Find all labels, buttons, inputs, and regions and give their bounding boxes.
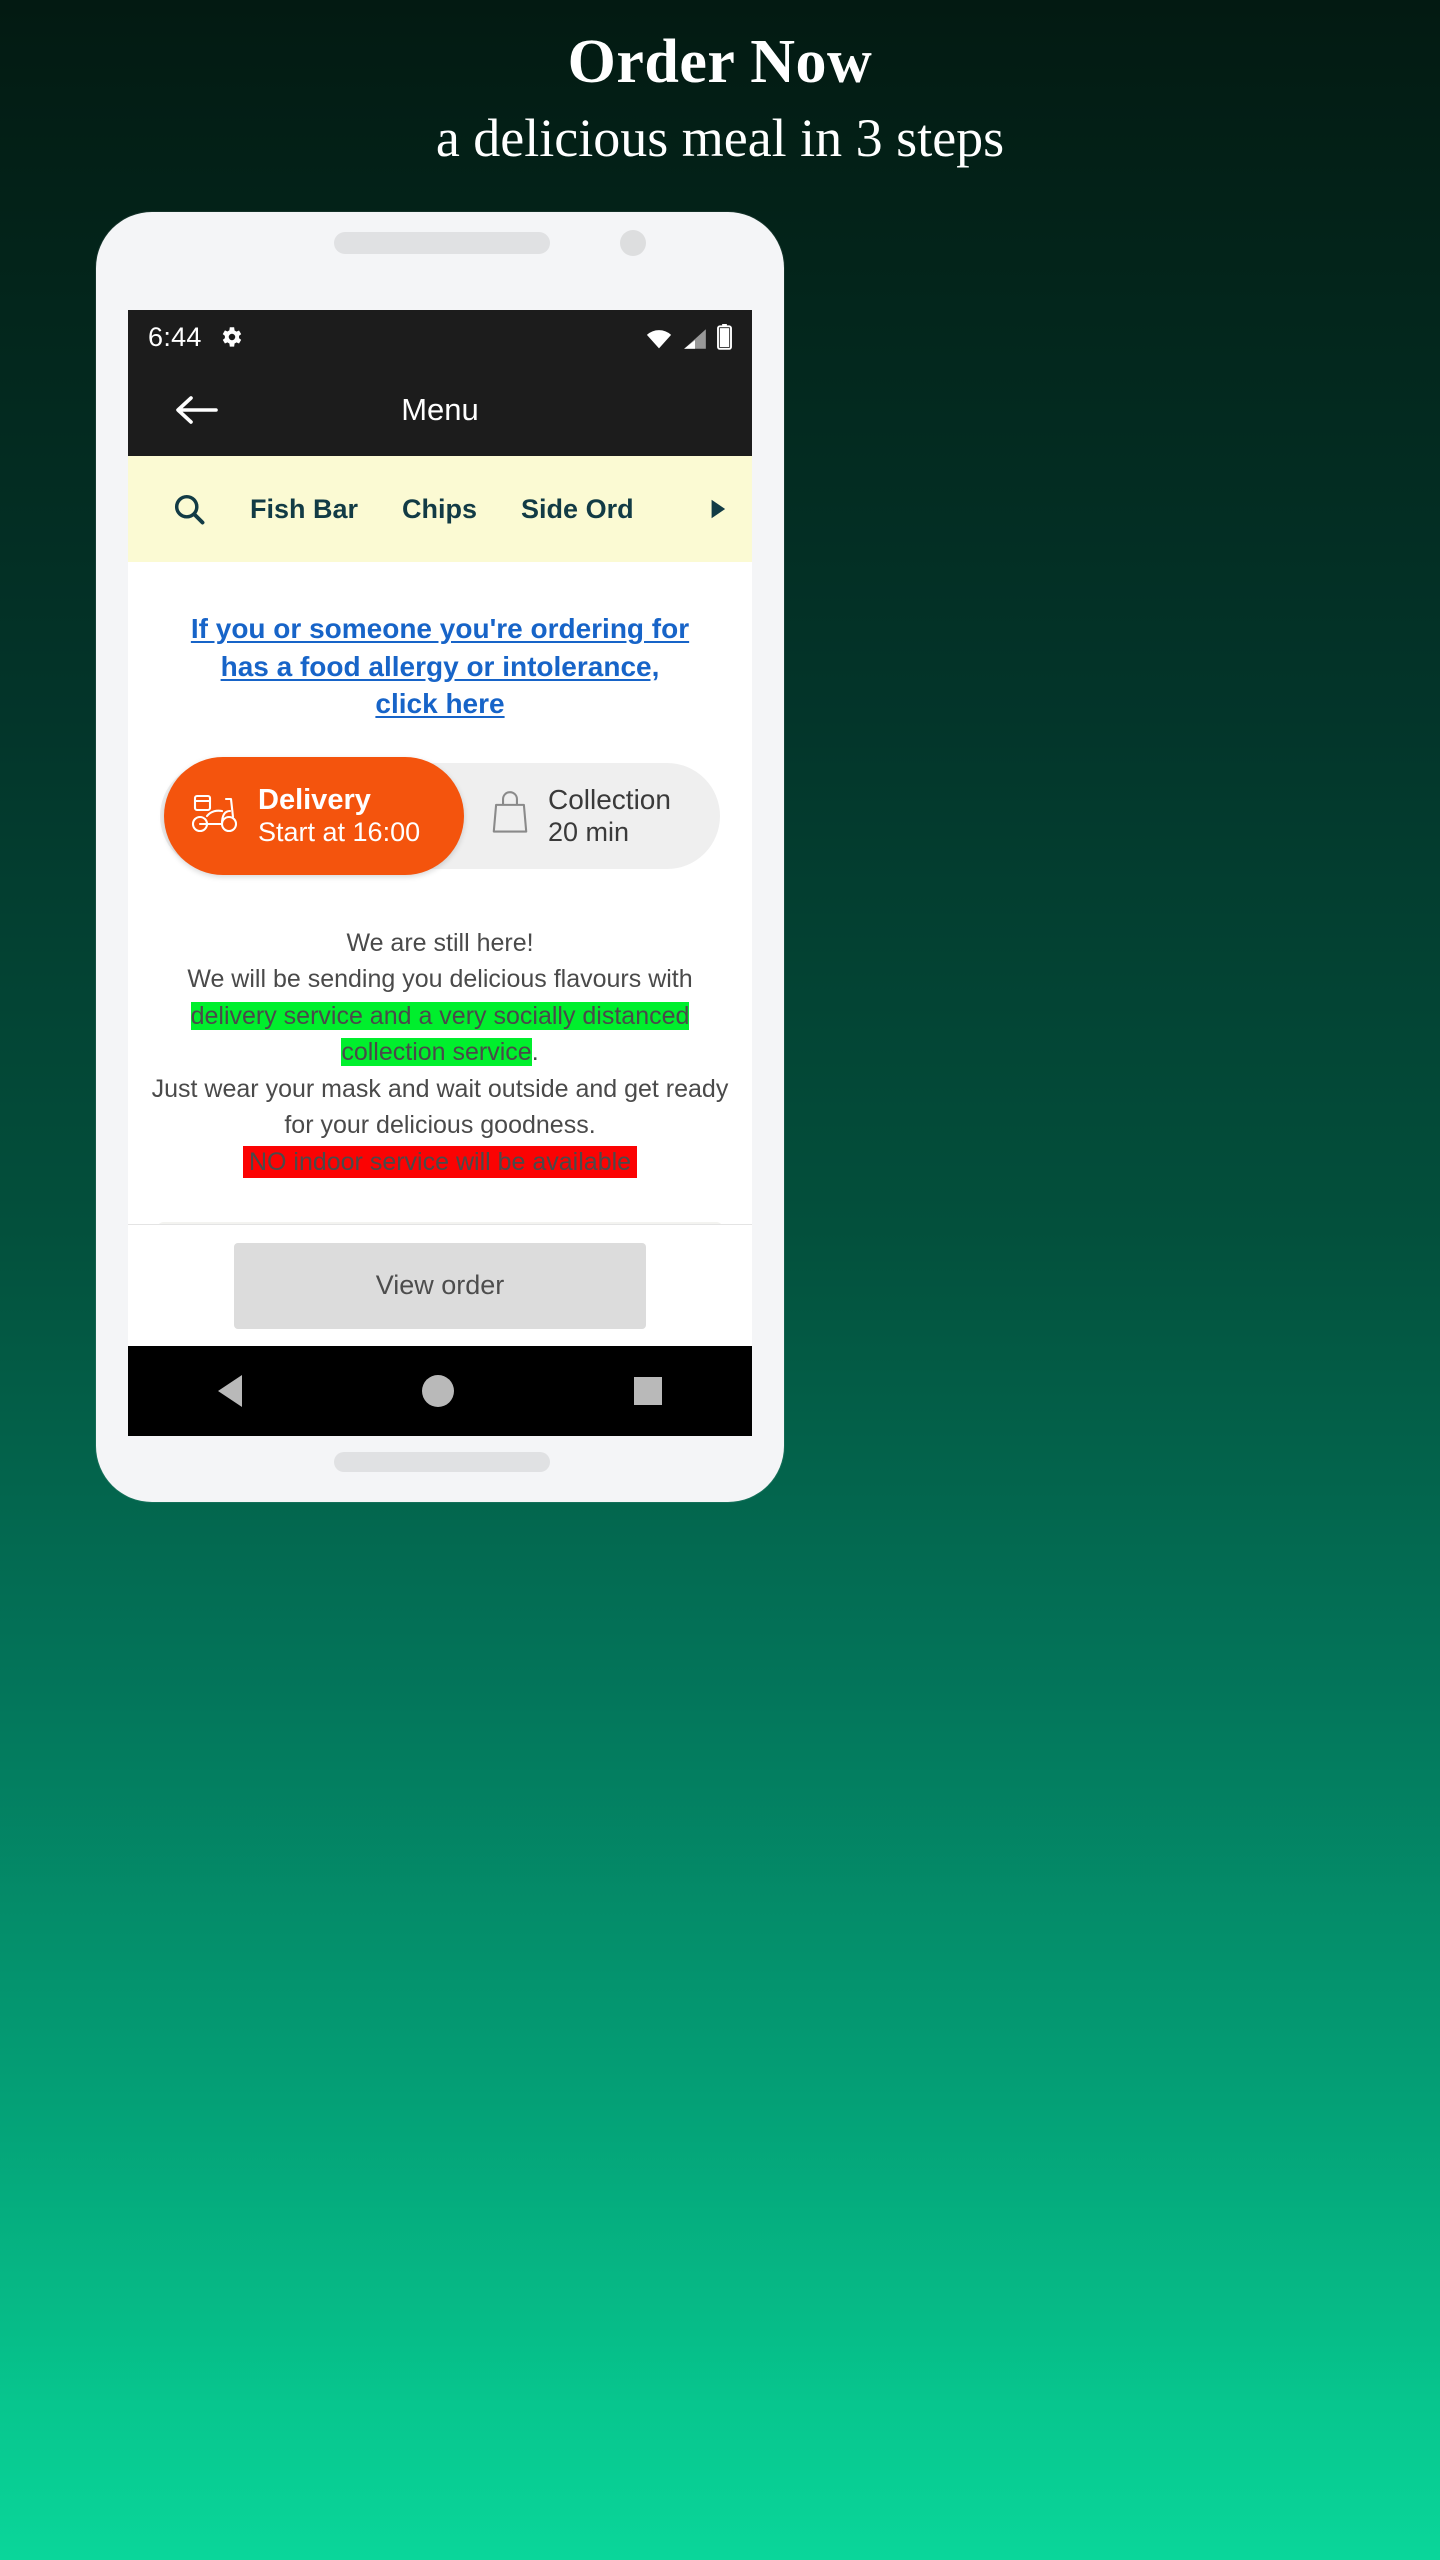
notice-red: NO indoor service will be available [242, 1145, 638, 1178]
home-indicator [334, 1452, 550, 1472]
notice-line-1: We are still here! [346, 928, 534, 957]
delivery-sublabel: Start at 16:00 [258, 816, 421, 847]
nav-back-icon[interactable] [218, 1375, 242, 1407]
search-icon[interactable] [150, 491, 228, 527]
status-bar: 6:44 [128, 310, 752, 364]
fulfilment-mode-toggle: Delivery Start at 16:00 Collection 20 mi… [160, 756, 720, 875]
app-bar: Menu [128, 364, 752, 456]
notice-green-block-2: collection service. [150, 1034, 730, 1071]
bottom-action-bar: View order [128, 1224, 752, 1346]
promo-headline-line1: Order Now [567, 28, 873, 96]
view-order-button[interactable]: View order [234, 1242, 646, 1329]
collection-label: Collection [548, 783, 671, 815]
delivery-label: Delivery [258, 783, 371, 816]
scooter-icon [188, 791, 242, 840]
notice-green-2: collection service [341, 1038, 532, 1067]
battery-icon [717, 324, 732, 350]
phone-bottom-bezel [96, 1434, 784, 1502]
notice-green-block: delivery service and a very socially dis… [150, 998, 730, 1035]
menu-content: If you or someone you're ordering for ha… [128, 562, 752, 1295]
notice-green-1: delivery service and a very socially dis… [190, 1001, 690, 1030]
play-arrow-icon[interactable] [692, 496, 730, 522]
collection-labels: Collection 20 min [548, 783, 671, 849]
notice-red-block: NO indoor service will be available [150, 1144, 730, 1181]
category-tab-strip: Fish Bar Chips Side Ord [128, 456, 752, 562]
wifi-icon [646, 330, 672, 349]
notice-line-3: Just wear your mask and wait outside and… [151, 1074, 729, 1103]
tab-side-ord[interactable]: Side Ord [499, 494, 656, 525]
tab-fish-bar[interactable]: Fish Bar [228, 494, 380, 525]
promo-headline-line2: a delicious meal in 3 steps [435, 108, 1005, 169]
status-time: 6:44 [148, 321, 202, 352]
delivery-labels: Delivery Start at 16:00 [258, 783, 420, 849]
bag-icon [490, 791, 530, 840]
tab-chips[interactable]: Chips [380, 494, 499, 525]
nav-recents-icon[interactable] [634, 1377, 662, 1405]
notice-line-2: We will be sending you delicious flavour… [187, 965, 693, 994]
notice-period: . [531, 1038, 539, 1067]
collection-option[interactable]: Collection 20 min [490, 783, 671, 849]
collection-sublabel: 20 min [548, 817, 630, 848]
android-nav-bar [128, 1346, 752, 1436]
page-title: Menu [401, 392, 479, 427]
earpiece-speaker [334, 232, 550, 254]
notice-line-4: for your delicious goodness. [284, 1111, 596, 1140]
covid-notice: We are still here! We will be sending yo… [128, 869, 752, 1181]
phone-mockup: 6:44 Menu Fish Bar Chips Side Ord If you… [96, 212, 784, 1502]
signal-icon [684, 329, 706, 349]
phone-screen: 6:44 Menu Fish Bar Chips Side Ord If you… [128, 310, 752, 1436]
promo-headline: Order Now a delicious meal in 3 steps [0, 0, 1440, 174]
front-camera [620, 230, 646, 256]
phone-top-bezel [96, 212, 784, 300]
allergy-notice-link[interactable]: If you or someone you're ordering for ha… [128, 562, 752, 723]
delivery-option[interactable]: Delivery Start at 16:00 [164, 756, 464, 875]
status-icons [645, 324, 732, 350]
back-button[interactable] [174, 393, 218, 427]
gear-icon [218, 324, 244, 350]
nav-home-icon[interactable] [422, 1375, 454, 1407]
